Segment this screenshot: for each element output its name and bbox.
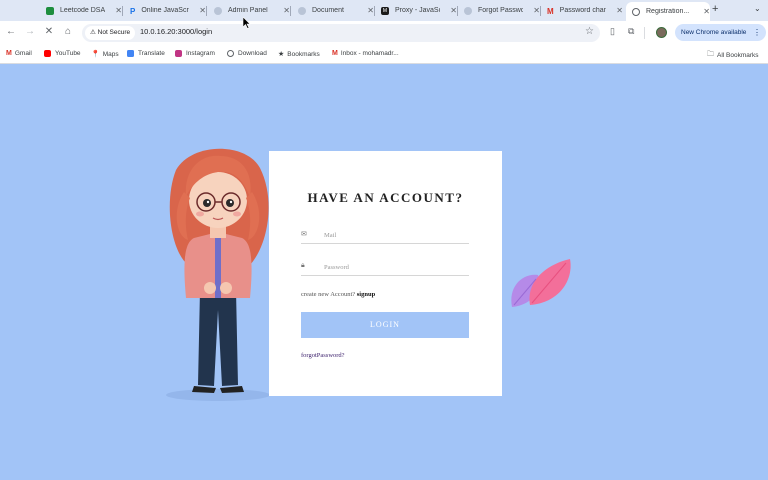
tab-proxy-javascript[interactable]: M Proxy - JavaScript ✕ — [375, 2, 458, 19]
globe-icon — [464, 6, 472, 15]
security-label: Not Secure — [97, 29, 131, 36]
close-icon[interactable]: ✕ — [367, 6, 374, 15]
folder-icon: 🗀 — [707, 51, 714, 58]
home-icon[interactable]: ⌂ — [61, 26, 75, 37]
update-chrome-button[interactable]: New Chrome available ⋮ — [675, 24, 766, 41]
close-icon[interactable]: ✕ — [450, 6, 457, 15]
bookmark-label: YouTube — [55, 50, 81, 57]
new-tab-icon[interactable]: + — [712, 3, 718, 15]
mdn-icon: M — [381, 6, 389, 15]
close-icon[interactable]: ✕ — [616, 6, 623, 15]
reading-list-icon[interactable]: ▯ — [610, 26, 615, 37]
bookmark-translate[interactable]: Translate — [127, 50, 165, 57]
tab-strip: Leetcode DSA ✕ P Online JavaScript ✕ Adm… — [0, 0, 768, 21]
close-icon[interactable]: ✕ — [703, 7, 710, 16]
bookmark-instagram[interactable]: Instagram — [175, 50, 215, 57]
bookmark-gmail[interactable]: M Gmail — [6, 50, 32, 57]
signup-link[interactable]: signup — [357, 291, 375, 298]
gmail-icon: M — [6, 50, 12, 57]
tab-title: Online JavaScript — [141, 7, 189, 14]
forward-icon[interactable]: → — [23, 26, 37, 37]
bookmark-star-icon[interactable]: ☆ — [585, 26, 594, 37]
tab-title: Proxy - JavaScript — [395, 7, 440, 14]
tab-registration[interactable]: Registration... ✕ — [626, 2, 710, 21]
signup-prompt: create new Account? signup — [301, 291, 375, 298]
sheets-icon — [46, 6, 54, 15]
bookmark-bookmarks[interactable]: ★ Bookmarks — [278, 50, 320, 59]
chevron-down-icon[interactable]: ⌄ — [754, 4, 761, 13]
forgot-password-link[interactable]: forgotPassword? — [301, 352, 345, 359]
translate-icon — [127, 50, 134, 57]
profile-avatar[interactable] — [656, 27, 667, 38]
tab-title: Registration... — [646, 8, 690, 15]
tab-password-change[interactable]: M Password chan... ✕ — [541, 2, 623, 19]
bookmark-inbox[interactable]: M Inbox - mohamadr... — [332, 50, 399, 57]
lock-icon: 🔒︎ — [301, 262, 305, 269]
login-title: HAVE AN ACCOUNT? — [307, 190, 464, 205]
password-placeholder: Password — [324, 264, 349, 271]
bookmark-label: Instagram — [186, 50, 215, 57]
all-bookmarks-folder[interactable]: 🗀 All Bookmarks — [707, 50, 759, 61]
bookmark-label: Gmail — [14, 50, 32, 57]
tab-forgot-password[interactable]: Forgot Password ✕ — [458, 2, 541, 19]
globe-icon — [632, 7, 640, 16]
woman-illustration — [166, 148, 270, 401]
all-bookmarks-label: All Bookmarks — [717, 52, 759, 59]
leaf-decoration-icon — [511, 259, 571, 307]
bookmark-label: Maps — [102, 50, 119, 58]
address-bar[interactable]: ⚠ Not Secure 10.0.16.20:3000/login ☆ — [82, 24, 600, 42]
js-icon: P — [130, 6, 136, 16]
tab-title: Admin Panel — [228, 7, 268, 14]
signup-prompt-text: create new Account? — [301, 291, 356, 298]
globe-icon — [214, 6, 222, 15]
tab-document[interactable]: Document ✕ — [292, 2, 375, 19]
close-icon[interactable]: ✕ — [115, 6, 122, 15]
envelope-icon: ✉ — [301, 231, 307, 238]
tab-leetcode[interactable]: Leetcode DSA ✕ — [40, 2, 123, 19]
instagram-icon — [175, 50, 182, 57]
close-icon[interactable]: ✕ — [199, 6, 206, 15]
bookmark-maps[interactable]: 📍 Maps — [91, 50, 119, 59]
gmail-icon: M — [332, 50, 338, 57]
tab-title: Forgot Password — [478, 7, 524, 14]
bookmark-label: Inbox - mohamadr... — [340, 50, 399, 57]
login-page: HAVE AN ACCOUNT? ✉ Mail 🔒︎ Password crea… — [0, 64, 768, 480]
globe-icon — [298, 6, 306, 15]
tab-online-javascript[interactable]: P Online JavaScript ✕ — [124, 2, 207, 19]
stop-loading-icon[interactable]: ✕ — [42, 26, 56, 37]
gmail-icon: M — [547, 6, 554, 16]
login-card: HAVE AN ACCOUNT? ✉ Mail 🔒︎ Password crea… — [269, 151, 502, 396]
more-vert-icon: ⋮ — [753, 28, 761, 37]
security-indicator[interactable]: ⚠ Not Secure — [85, 26, 136, 40]
bookmark-youtube[interactable]: YouTube — [44, 50, 81, 57]
url-text[interactable]: 10.0.16.20:3000/login — [140, 27, 212, 36]
star-icon: ★ — [278, 51, 285, 58]
bookmark-label: Download — [238, 50, 267, 57]
password-field[interactable]: 🔒︎ Password — [301, 262, 469, 276]
browser-toolbar: ← → ✕ ⌂ ⚠ Not Secure 10.0.16.20:3000/log… — [0, 21, 768, 45]
mouse-cursor-icon — [243, 17, 251, 29]
close-icon[interactable]: ✕ — [283, 6, 290, 15]
update-label: New Chrome available — [681, 29, 747, 36]
close-icon[interactable]: ✕ — [533, 6, 540, 15]
bookmark-label: Bookmarks — [287, 50, 320, 58]
login-button[interactable]: LOGIN — [301, 312, 469, 338]
maps-icon: 📍 — [91, 51, 100, 58]
globe-icon — [227, 50, 234, 57]
bookmark-label: Translate — [138, 50, 165, 57]
back-icon[interactable]: ← — [4, 26, 18, 37]
bookmarks-bar: M Gmail YouTube 📍 Maps Translate Instagr… — [0, 45, 768, 64]
tab-title: Document — [312, 7, 344, 14]
tab-title: Leetcode DSA — [60, 7, 106, 14]
mail-placeholder: Mail — [324, 232, 337, 239]
youtube-icon — [44, 50, 51, 57]
mail-field[interactable]: ✉ Mail — [301, 230, 469, 244]
warning-icon: ⚠ — [90, 29, 98, 36]
tab-title: Password chan... — [559, 7, 607, 14]
extensions-icon[interactable]: ⧉ — [628, 26, 634, 37]
bookmark-download[interactable]: Download — [227, 50, 267, 57]
